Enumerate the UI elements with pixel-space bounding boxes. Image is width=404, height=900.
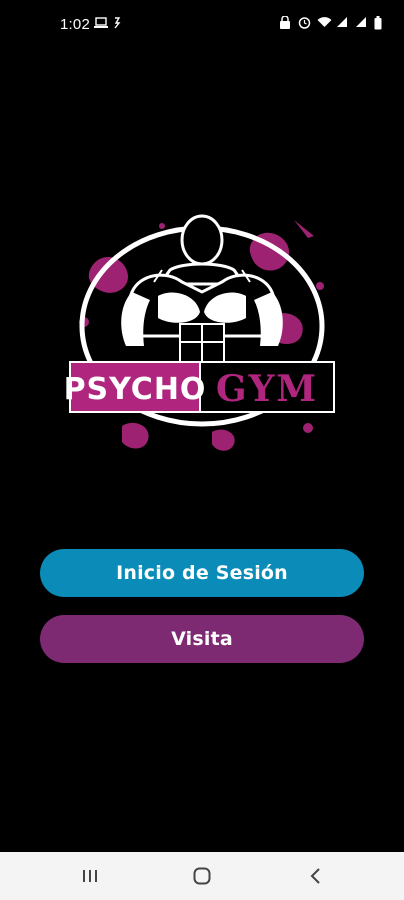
psycho-gym-logo: PSYCHO GYM (62, 196, 342, 466)
nfc-icon (112, 17, 126, 31)
signal-icon (336, 16, 350, 30)
laptop-icon (94, 17, 108, 31)
status-left-icons (94, 17, 126, 31)
logo-word-right: GYM (216, 368, 318, 410)
home-icon (193, 867, 211, 885)
logo-word-left: PSYCHO (64, 372, 207, 407)
logo-graphic: PSYCHO GYM (64, 214, 335, 451)
recent-apps-button[interactable] (70, 862, 110, 890)
back-icon (310, 868, 320, 884)
signal-icon (355, 16, 369, 30)
back-button[interactable] (296, 862, 336, 890)
wifi-icon (317, 16, 332, 30)
status-right-icons (279, 15, 388, 30)
visit-button[interactable]: Visita (40, 615, 364, 663)
lock-icon (279, 15, 293, 30)
battery-icon (374, 16, 388, 30)
recent-apps-icon (83, 870, 97, 882)
alarm-icon (298, 16, 312, 30)
status-time: 1:02 (60, 16, 90, 33)
status-bar: 1:02 (0, 0, 404, 44)
system-nav-bar (0, 852, 404, 900)
logo-banner: PSYCHO GYM (64, 361, 335, 413)
login-button[interactable]: Inicio de Sesión (40, 549, 364, 597)
home-button[interactable] (182, 862, 222, 890)
